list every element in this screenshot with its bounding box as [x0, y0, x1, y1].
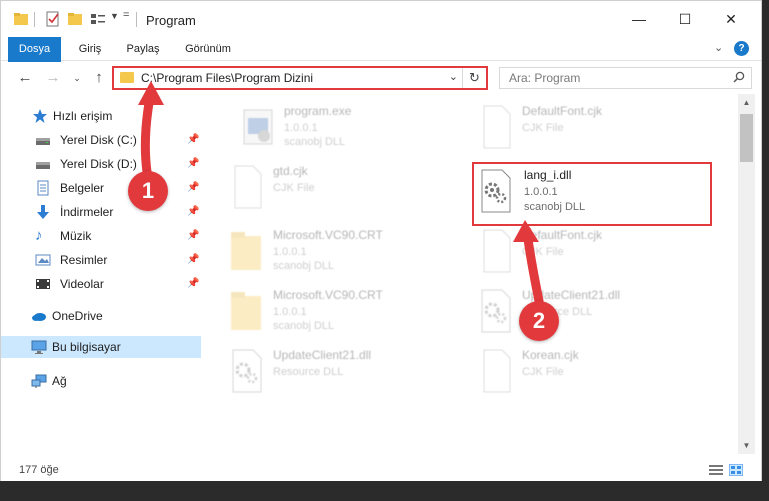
arrowhead-2 [513, 220, 539, 242]
explorer-window: ▼ = Program — ☐ ✕ Dosya Giriş Paylaş Gör… [0, 0, 762, 481]
arrowhead-1 [138, 81, 164, 105]
step-badge-1: 1 [128, 171, 168, 211]
step-badge-2: 2 [519, 301, 559, 341]
annotation-arrows [138, 81, 544, 306]
